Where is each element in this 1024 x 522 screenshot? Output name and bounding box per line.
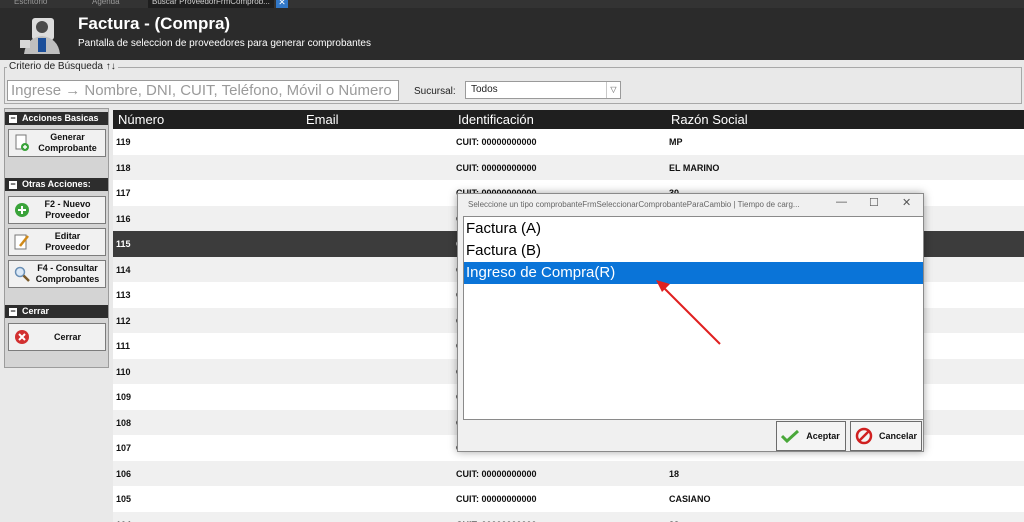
table-row[interactable]: 118 CUIT: 00000000000 EL MARINO: [113, 154, 1024, 180]
group-title: Cerrar: [22, 306, 50, 316]
cell-numero: 105: [116, 494, 132, 504]
collapse-icon[interactable]: −: [9, 114, 17, 123]
cell-numero: 114: [116, 264, 131, 275]
search-input[interactable]: [7, 80, 399, 101]
cell-numero: 107: [116, 443, 132, 453]
cell-numero: 111: [116, 341, 131, 351]
generar-comprobante-button[interactable]: Generar Comprobante: [8, 129, 106, 157]
user-icon: [18, 16, 62, 54]
check-icon: [779, 429, 801, 443]
cell-numero: 112: [116, 315, 131, 326]
cell-numero: 113: [116, 290, 131, 300]
aceptar-button[interactable]: Aceptar: [776, 421, 846, 451]
document-add-icon: [12, 133, 32, 153]
table-row[interactable]: 105 CUIT: 00000000000 CASIANO: [113, 486, 1024, 512]
tab-agenda[interactable]: Agenda: [88, 0, 124, 8]
minimize-icon[interactable]: —: [836, 196, 847, 208]
column-email[interactable]: Email: [306, 112, 339, 127]
group-otras-acciones[interactable]: − Otras Acciones:: [5, 178, 108, 191]
cell-numero: 109: [116, 392, 132, 402]
plus-circle-icon: [12, 200, 32, 220]
cell-identificacion: CUIT: 00000000000: [456, 162, 537, 173]
cell-numero: 108: [116, 417, 132, 428]
nuevo-proveedor-button[interactable]: F2 - Nuevo Proveedor: [8, 196, 106, 224]
cerrar-button[interactable]: Cerrar: [8, 323, 106, 351]
sucursal-value: Todos: [471, 84, 498, 95]
cell-numero: 116: [116, 213, 131, 224]
button-label: F2 - Nuevo Proveedor: [44, 199, 91, 220]
button-label: F4 - Consultar Comprobantes: [35, 263, 100, 284]
tab-escritorio[interactable]: Escritorio: [10, 0, 51, 8]
cell-razon-social: 18: [669, 468, 680, 479]
table-row[interactable]: 119 CUIT: 00000000000 MP: [113, 129, 1024, 155]
cell-razon-social: EL MARINO: [669, 162, 720, 173]
consultar-comprobantes-button[interactable]: F4 - Consultar Comprobantes: [8, 260, 106, 288]
group-acciones-basicas[interactable]: − Acciones Basicas: [5, 112, 108, 125]
button-label: Editar Proveedor: [45, 231, 90, 252]
chevron-down-icon[interactable]: ▽: [606, 82, 620, 98]
close-icon: [12, 327, 32, 347]
sucursal-select[interactable]: Todos ▽: [465, 81, 621, 99]
page-title: Factura - (Compra): [78, 14, 231, 33]
button-label: Cerrar: [53, 331, 82, 342]
sucursal-label: Sucursal:: [414, 86, 456, 97]
collapse-icon[interactable]: −: [9, 307, 17, 316]
tab-buscar-proveedor[interactable]: Buscar ProveedorFrmComprob...: [148, 0, 274, 8]
page-subtitle: Pantalla de seleccion de proveedores par…: [78, 38, 371, 49]
tab-close-icon[interactable]: ✕: [276, 0, 288, 8]
table-row[interactable]: 104CUIT: 0000000000033: [113, 511, 1024, 522]
column-numero[interactable]: Número: [118, 112, 164, 127]
group-title: Otras Acciones:: [22, 179, 91, 189]
tab-bar: Escritorio Agenda Buscar ProveedorFrmCom…: [0, 0, 1024, 8]
sidebar: − Acciones Basicas Generar Comprobante −…: [4, 108, 109, 368]
cell-numero: 117: [116, 188, 131, 198]
cell-razon-social: CASIANO: [669, 494, 711, 504]
list-item-factura-b[interactable]: Factura (B): [464, 240, 923, 262]
group-title: Acciones Basicas: [22, 113, 99, 123]
close-icon[interactable]: ✕: [902, 196, 911, 209]
cell-identificacion: CUIT: 00000000000: [456, 137, 537, 147]
cell-razon-social: MP: [669, 137, 683, 147]
edit-icon: [12, 232, 32, 252]
cell-identificacion: CUIT: 00000000000: [456, 468, 537, 479]
collapse-icon[interactable]: −: [9, 180, 17, 189]
column-razon-social[interactable]: Razón Social: [671, 112, 748, 127]
cell-identificacion: CUIT: 00000000000: [456, 494, 537, 504]
cell-numero: 118: [116, 162, 131, 173]
maximize-icon[interactable]: ☐: [869, 196, 879, 209]
annotation-arrow-icon: [656, 280, 721, 345]
editar-proveedor-button[interactable]: Editar Proveedor: [8, 228, 106, 256]
dialog-title: Seleccione un tipo comprobanteFrmSelecci…: [468, 200, 800, 209]
search-criteria-legend: Criterio de Búsqueda ↑↓: [7, 61, 118, 72]
cell-numero: 115: [116, 239, 131, 249]
column-identificacion[interactable]: Identificación: [458, 112, 534, 127]
cancel-icon: [853, 427, 875, 445]
list-item-factura-a[interactable]: Factura (A): [464, 218, 923, 240]
group-cerrar[interactable]: − Cerrar: [5, 305, 108, 318]
button-label: Aceptar: [806, 431, 840, 441]
button-label: Cancelar: [878, 431, 918, 441]
cell-numero: 119: [116, 137, 131, 147]
cancelar-button[interactable]: Cancelar: [850, 421, 922, 451]
search-icon: [12, 264, 32, 284]
grid-header: Número Email Identificación Razón Social: [113, 110, 1024, 129]
table-row[interactable]: 106 CUIT: 00000000000 18: [113, 460, 1024, 486]
cell-numero: 110: [116, 366, 131, 377]
button-label: Generar Comprobante: [38, 132, 97, 153]
cell-numero: 106: [116, 468, 132, 479]
